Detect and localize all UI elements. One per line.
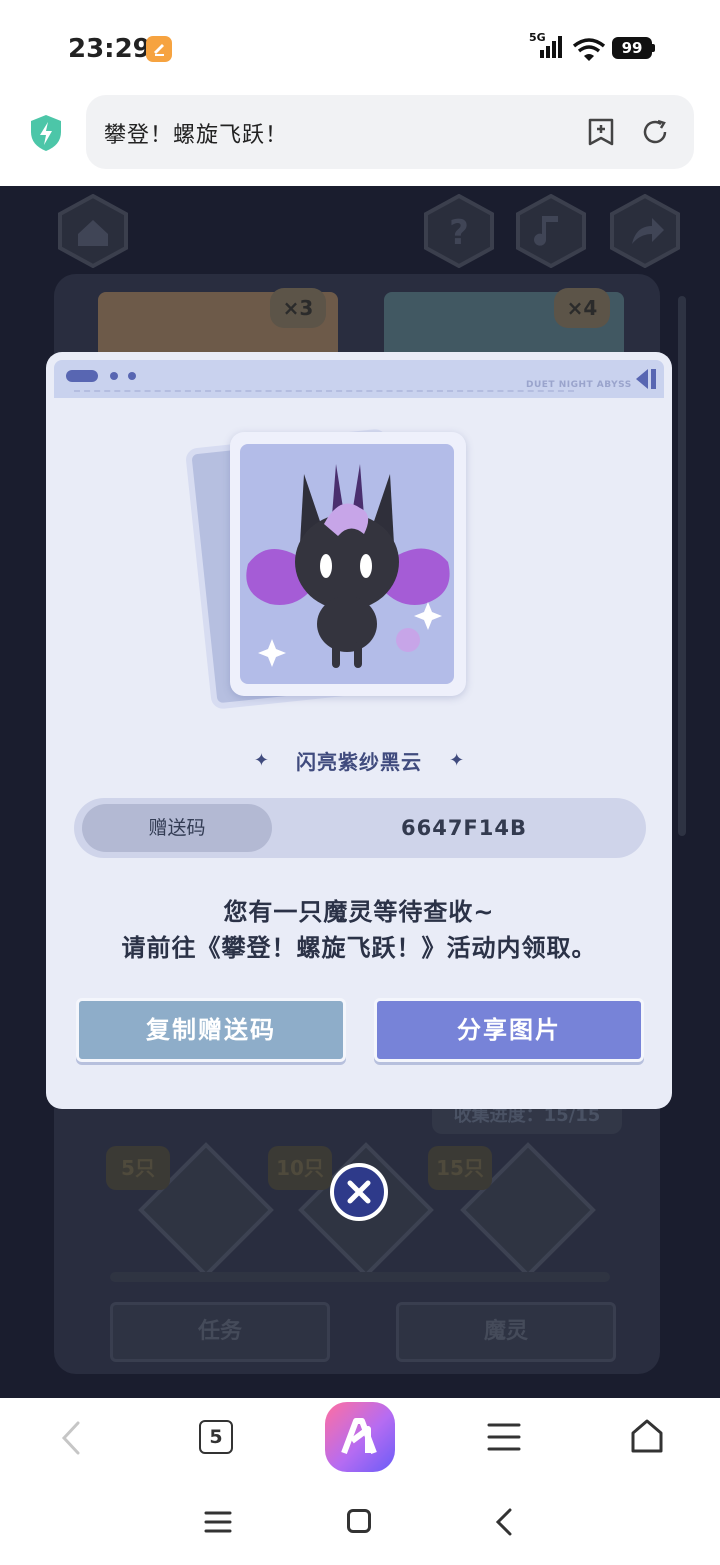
address-bar[interactable]: 攀登！螺旋飞跃！ [86, 95, 694, 169]
bookmark-add-icon[interactable] [586, 117, 616, 147]
header-decoration [66, 370, 98, 382]
message-line-2: 请前往《攀登！螺旋飞跃！》活动内领取。 [121, 934, 597, 962]
header-divider [74, 390, 574, 392]
recents-icon[interactable] [204, 1510, 232, 1534]
sparkle-icon: ✦ [449, 750, 465, 771]
home-square-icon[interactable] [347, 1509, 371, 1533]
battery-indicator: 99 [612, 37, 652, 59]
home-outline-icon[interactable] [629, 1418, 665, 1454]
spirit-card [184, 424, 544, 714]
triangle-icon [636, 369, 656, 389]
browser-address-area: 攀登！螺旋飞跃！ [0, 92, 720, 186]
spirit-image [240, 444, 454, 684]
help-icon[interactable]: ? [422, 193, 496, 269]
page-title: 攀登！螺旋飞跃！ [104, 123, 289, 148]
wifi-icon [572, 38, 606, 61]
signal-icon [540, 36, 562, 58]
header-decoration [128, 372, 136, 380]
notification-app-icon [146, 36, 172, 62]
gift-code-bar: 赠送码 6647F14B [74, 798, 646, 858]
home-icon[interactable] [56, 193, 130, 269]
battery-nub [652, 44, 655, 52]
header-decoration [110, 372, 118, 380]
menu-icon[interactable] [487, 1422, 521, 1452]
progress-track [110, 1272, 610, 1282]
browser-app-icon[interactable] [325, 1402, 395, 1472]
milestone-label: 15只 [428, 1146, 492, 1190]
item-name-row: ✦ 闪亮紫纱黑云 ✦ [46, 746, 672, 775]
gift-modal: DUET NIGHT ABYSS ✦ 闪亮紫纱黑云 ✦ 赠送码 6647F14B… [46, 352, 672, 1109]
clock: 23:29 [68, 34, 151, 64]
card-front [230, 432, 466, 696]
status-bar: 23:29 5G 99 [0, 0, 720, 92]
gift-code-label: 赠送码 [82, 804, 272, 852]
close-icon [347, 1180, 371, 1204]
share-image-button[interactable]: 分享图片 [374, 998, 644, 1062]
count-badge: ×4 [554, 288, 610, 328]
count-badge: ×3 [270, 288, 326, 328]
shield-icon[interactable] [30, 114, 62, 152]
back-arrow-icon[interactable] [56, 1420, 86, 1456]
browser-toolbar: 5 [0, 1398, 720, 1480]
refresh-icon[interactable] [640, 117, 670, 147]
modal-header: DUET NIGHT ABYSS [54, 360, 664, 398]
scrollbar[interactable] [678, 296, 686, 836]
system-nav-bar [0, 1480, 720, 1565]
gift-code-value[interactable]: 6647F14B [314, 798, 614, 858]
svg-text:?: ? [449, 213, 469, 253]
brand-label: DUET NIGHT ABYSS [526, 380, 632, 390]
milestone-label: 5只 [106, 1146, 170, 1190]
milestone-label: 10只 [268, 1146, 332, 1190]
music-icon[interactable] [514, 193, 588, 269]
share-icon[interactable] [608, 193, 682, 269]
sparkle-icon: ✦ [253, 750, 269, 771]
copy-code-button[interactable]: 复制赠送码 [76, 998, 346, 1062]
tab-tasks[interactable]: 任务 [110, 1302, 330, 1362]
nav-back-icon[interactable] [494, 1508, 514, 1536]
tab-spirits[interactable]: 魔灵 [396, 1302, 616, 1362]
message-line-1: 您有一只魔灵等待查收~ [223, 898, 495, 926]
close-button[interactable] [330, 1163, 388, 1221]
item-name: 闪亮紫纱黑云 [296, 750, 422, 774]
tabs-button[interactable]: 5 [199, 1420, 233, 1454]
